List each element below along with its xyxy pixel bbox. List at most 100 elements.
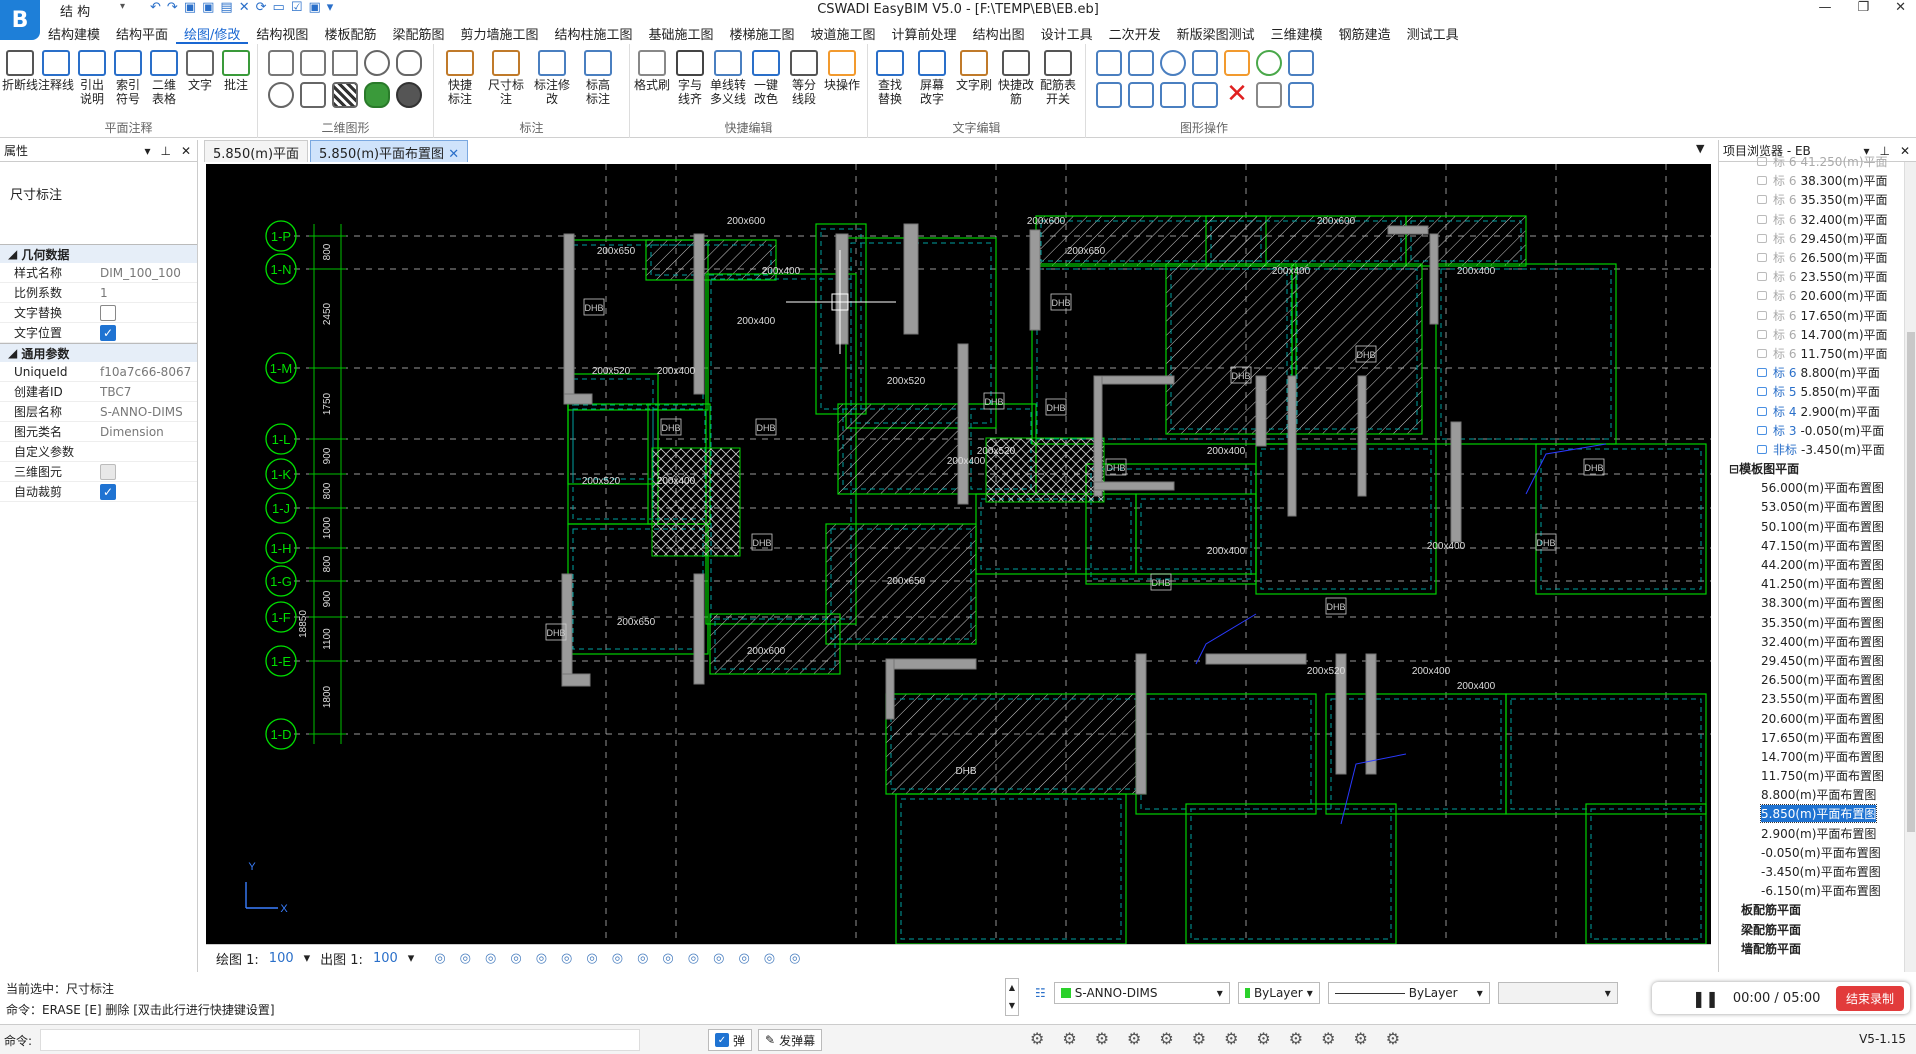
tree-level-item[interactable]: 标 6 23.550(m)平面: [1719, 267, 1916, 286]
section-geometry[interactable]: ◢ 几何数据: [0, 244, 197, 263]
command-scroll[interactable]: ▲ ▼: [1005, 978, 1019, 1016]
tree-level-item[interactable]: 标 4 2.900(m)平面: [1719, 401, 1916, 420]
ribbon-button[interactable]: 折断线: [2, 50, 38, 92]
menu-tab[interactable]: 结构柱施工图: [546, 22, 640, 44]
property-row[interactable]: 自动裁剪 ✓: [0, 482, 197, 502]
tree-plan-item[interactable]: 23.550(m)平面布置图: [1719, 689, 1916, 708]
tree-group[interactable]: 梁配筋平面: [1719, 920, 1916, 939]
property-row[interactable]: 样式名称 DIM_100_100: [0, 263, 197, 283]
sync-icon[interactable]: ⚙: [1289, 1029, 1303, 1048]
ellipse-icon[interactable]: [396, 50, 422, 76]
window-icon[interactable]: ◎: [764, 951, 775, 966]
export-icon[interactable]: ▤: [220, 0, 232, 15]
delete-icon[interactable]: ✕: [1224, 81, 1250, 108]
draw-icon[interactable]: ⚙: [1256, 1029, 1270, 1048]
history-icon[interactable]: ⚙: [1127, 1029, 1141, 1048]
tree-level-item[interactable]: 标 5 5.850(m)平面: [1719, 382, 1916, 401]
command-input[interactable]: [40, 1029, 640, 1051]
menu-tab[interactable]: 钢筋建造: [1331, 22, 1399, 44]
tree-plan-item[interactable]: 41.250(m)平面布置图: [1719, 574, 1916, 593]
ribbon-button[interactable]: 格式刷: [634, 50, 670, 92]
tree-level-item[interactable]: 标 6 32.400(m)平面: [1719, 210, 1916, 229]
tree-level-item[interactable]: 标 6 35.350(m)平面: [1719, 190, 1916, 209]
tree-level-item[interactable]: 非标 -3.450(m)平面: [1719, 440, 1916, 459]
region-icon[interactable]: [364, 82, 390, 108]
property-value[interactable]: TBC7: [100, 385, 196, 399]
ribbon-button[interactable]: 配筋表 开关: [1040, 50, 1076, 106]
circle-icon[interactable]: [364, 50, 390, 76]
tree-level-item[interactable]: 标 6 29.450(m)平面: [1719, 229, 1916, 248]
tree-icon[interactable]: ⚙: [1095, 1029, 1109, 1048]
menu-tab[interactable]: 楼板配筋: [316, 22, 384, 44]
donut-icon[interactable]: [268, 82, 294, 108]
lock-icon[interactable]: ◎: [510, 951, 521, 966]
pin-icon[interactable]: ⊥: [160, 144, 170, 158]
tree-plan-item[interactable]: 38.300(m)平面布置图: [1719, 593, 1916, 612]
tree-group[interactable]: 板配筋平面: [1719, 900, 1916, 919]
property-value[interactable]: S-ANNO-DIMS: [100, 405, 196, 419]
menu-tab[interactable]: 剪力墙施工图: [452, 22, 546, 44]
popup-toggle[interactable]: ✓ 弹: [708, 1029, 753, 1051]
tree-plan-item[interactable]: 35.350(m)平面布置图: [1719, 613, 1916, 632]
menu-tab[interactable]: 楼梯施工图: [722, 22, 803, 44]
polyline-icon[interactable]: [268, 50, 294, 76]
ribbon-button[interactable]: 文字刷: [956, 50, 992, 92]
drawing-canvas[interactable]: 1-P 1-N 1-M 1-L 1-K 1-J 1-H 1-G 1-F 1-E 1-D 800 2450…: [206, 164, 1711, 944]
property-row[interactable]: 图层名称 S-ANNO-DIMS: [0, 402, 197, 422]
property-row[interactable]: 三维图元: [0, 462, 197, 482]
tree-plan-item[interactable]: -6.150(m)平面布置图: [1719, 881, 1916, 900]
tree-plan-item[interactable]: 50.100(m)平面布置图: [1719, 517, 1916, 536]
settings-icon[interactable]: ⚙: [1030, 1029, 1044, 1048]
tree-plan-item[interactable]: 53.050(m)平面布置图: [1719, 497, 1916, 516]
spline-icon[interactable]: [300, 50, 326, 76]
draw-scale-select[interactable]: 100: [269, 951, 294, 966]
tree-plan-item[interactable]: 2.900(m)平面布置图: [1719, 824, 1916, 843]
redo-icon[interactable]: ↷: [167, 0, 178, 15]
dwg-icon[interactable]: ◎: [662, 951, 673, 966]
ribbon-button[interactable]: 批注: [218, 50, 254, 92]
ribbon-button[interactable]: 尺寸标注: [488, 50, 524, 106]
tree-plan-item[interactable]: 17.650(m)平面布置图: [1719, 728, 1916, 747]
tree-level-item[interactable]: 标 6 20.600(m)平面: [1719, 286, 1916, 305]
rectangle-icon[interactable]: [300, 82, 326, 108]
table-icon[interactable]: ⚙: [1192, 1029, 1206, 1048]
ribbon-button[interactable]: 单线转 多义线: [710, 50, 746, 106]
tab-plan[interactable]: 5.850(m)平面: [204, 140, 309, 162]
eye-icon[interactable]: ◎: [485, 951, 496, 966]
tree-level-item[interactable]: 标 6 17.650(m)平面: [1719, 306, 1916, 325]
ribbon-button[interactable]: 快捷改筋: [998, 50, 1034, 106]
tree-level-item[interactable]: 标 6 8.800(m)平面: [1719, 363, 1916, 382]
drop-icon[interactable]: ◎: [561, 951, 572, 966]
menu-tab[interactable]: 二次开发: [1101, 22, 1169, 44]
ribbon-button[interactable]: 快捷 标注: [442, 50, 478, 106]
crosshair-icon[interactable]: ◎: [637, 951, 648, 966]
menu-tab[interactable]: 基础施工图: [641, 22, 722, 44]
tree-plan-item[interactable]: 44.200(m)平面布置图: [1719, 555, 1916, 574]
property-row[interactable]: 创建者ID TBC7: [0, 382, 197, 402]
extend-icon[interactable]: [1128, 82, 1154, 108]
tree-group[interactable]: 墙配筋平面: [1719, 939, 1916, 958]
tree-level-item[interactable]: 标 6 14.700(m)平面: [1719, 325, 1916, 344]
restore-icon[interactable]: ❐: [1857, 0, 1869, 15]
tree-plan-item[interactable]: 47.150(m)平面布置图: [1719, 536, 1916, 555]
zoom-extent-icon[interactable]: ◎: [612, 951, 623, 966]
menu-tab[interactable]: 结构平面: [108, 22, 176, 44]
tree-group[interactable]: ⊟ 模板图平面: [1719, 459, 1916, 478]
end-record-button[interactable]: 结束录制: [1835, 985, 1904, 1011]
menu-tab[interactable]: 结构出图: [965, 22, 1033, 44]
property-row[interactable]: UniqueId f10a7c66-8067: [0, 362, 197, 382]
scale-icon[interactable]: [1192, 82, 1218, 108]
tree-level-item[interactable]: 标 6 26.500(m)平面: [1719, 248, 1916, 267]
tab-layout-plan[interactable]: 5.850(m)平面布置图 ✕: [310, 140, 469, 162]
property-checkbox[interactable]: ✓: [100, 324, 116, 341]
print-icon[interactable]: ▭: [273, 0, 285, 15]
mirror-icon[interactable]: [1192, 50, 1218, 76]
menu-tab[interactable]: 计算前处理: [884, 22, 965, 44]
ribbon-button[interactable]: 字与 线齐: [672, 50, 708, 106]
color-select[interactable]: ByLayer ▾: [1237, 982, 1320, 1004]
ribbon-button[interactable]: 引出 说明: [74, 50, 110, 106]
close-doc-icon[interactable]: ✕: [239, 0, 250, 15]
move-icon[interactable]: [1096, 50, 1122, 76]
tree-level-item[interactable]: 标 6 41.250(m)平面: [1719, 152, 1916, 171]
tree-level-item[interactable]: 标 3 -0.050(m)平面: [1719, 421, 1916, 440]
